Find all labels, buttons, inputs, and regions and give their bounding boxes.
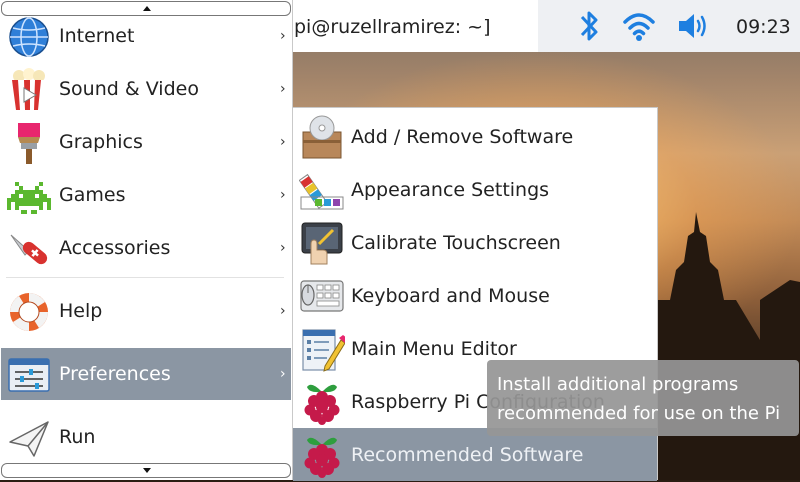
pocket-knife-icon <box>10 234 48 265</box>
tooltip-line: recommended for use on the Pi <box>497 403 781 424</box>
submenu-item-label: Appearance Settings <box>351 179 550 201</box>
chevron-right-icon: › <box>280 134 286 150</box>
clock[interactable]: 09:23 <box>736 0 791 54</box>
submenu-item-label: Keyboard and Mouse <box>351 285 550 307</box>
submenu-item-add-remove-software[interactable]: Add / Remove Software <box>293 110 657 163</box>
tooltip-line: Install additional programs <box>497 374 739 395</box>
chevron-right-icon: › <box>280 187 286 203</box>
menu-item-label: Run <box>59 426 96 448</box>
globe-icon <box>9 17 49 57</box>
touchscreen-icon <box>301 222 343 265</box>
menu-item-label: Preferences <box>59 363 171 385</box>
menu-item-sound-video[interactable]: Sound & Video › <box>1 63 291 115</box>
raspberry-icon <box>304 437 340 478</box>
menu-item-preferences[interactable]: Preferences › <box>1 348 291 400</box>
chevron-right-icon: › <box>280 240 286 256</box>
volume-icon[interactable] <box>675 0 711 52</box>
menu-item-graphics[interactable]: Graphics › <box>1 116 291 168</box>
terminal-window-button[interactable]: pi@ruzellramirez: ~] <box>292 0 538 52</box>
space-invader-icon <box>7 182 51 214</box>
menu-item-run[interactable]: Run <box>1 411 291 463</box>
chevron-right-icon: › <box>280 28 286 44</box>
tooltip: Install additional programs recommended … <box>487 360 799 436</box>
menu-item-internet[interactable]: Internet › <box>1 10 291 62</box>
menu-item-label: Internet <box>59 25 135 47</box>
menu-divider <box>6 277 284 278</box>
palette-icon <box>299 173 344 210</box>
submenu-item-appearance-settings[interactable]: Appearance Settings <box>293 163 657 216</box>
submenu-item-label: Calibrate Touchscreen <box>351 232 561 254</box>
preferences-icon <box>8 358 50 392</box>
chevron-right-icon: › <box>280 81 286 97</box>
submenu-item-label: Add / Remove Software <box>351 126 574 148</box>
menu-item-label: Accessories <box>59 237 171 259</box>
wifi-icon[interactable] <box>622 0 656 52</box>
applications-menu: Internet › Sound & Video › Graphics › Ga… <box>0 0 293 480</box>
menu-item-label: Games <box>59 184 126 206</box>
submenu-item-calibrate-touchscreen[interactable]: Calibrate Touchscreen <box>293 216 657 269</box>
menu-item-games[interactable]: Games › <box>1 169 291 221</box>
chevron-down-icon <box>143 468 151 473</box>
menu-item-help[interactable]: Help › <box>1 285 291 337</box>
raspberry-icon <box>304 384 340 425</box>
bluetooth-icon[interactable] <box>574 0 604 52</box>
popcorn-icon <box>12 68 46 110</box>
menu-editor-icon <box>302 329 345 372</box>
package-icon <box>302 115 342 159</box>
chevron-right-icon: › <box>280 366 286 382</box>
paper-plane-icon <box>9 421 49 457</box>
menu-item-label: Help <box>59 300 103 322</box>
menu-item-label: Sound & Video <box>59 78 199 100</box>
submenu-item-label: Recommended Software <box>351 444 584 466</box>
paintbrush-icon <box>18 123 40 164</box>
menu-item-accessories[interactable]: Accessories › <box>1 222 291 274</box>
submenu-item-keyboard-mouse[interactable]: Keyboard and Mouse <box>293 269 657 322</box>
menu-item-label: Graphics <box>59 131 143 153</box>
keyboard-mouse-icon <box>300 280 344 312</box>
chevron-right-icon: › <box>280 303 286 319</box>
lifebuoy-icon <box>10 293 48 331</box>
menu-scroll-down-button[interactable] <box>1 463 291 478</box>
